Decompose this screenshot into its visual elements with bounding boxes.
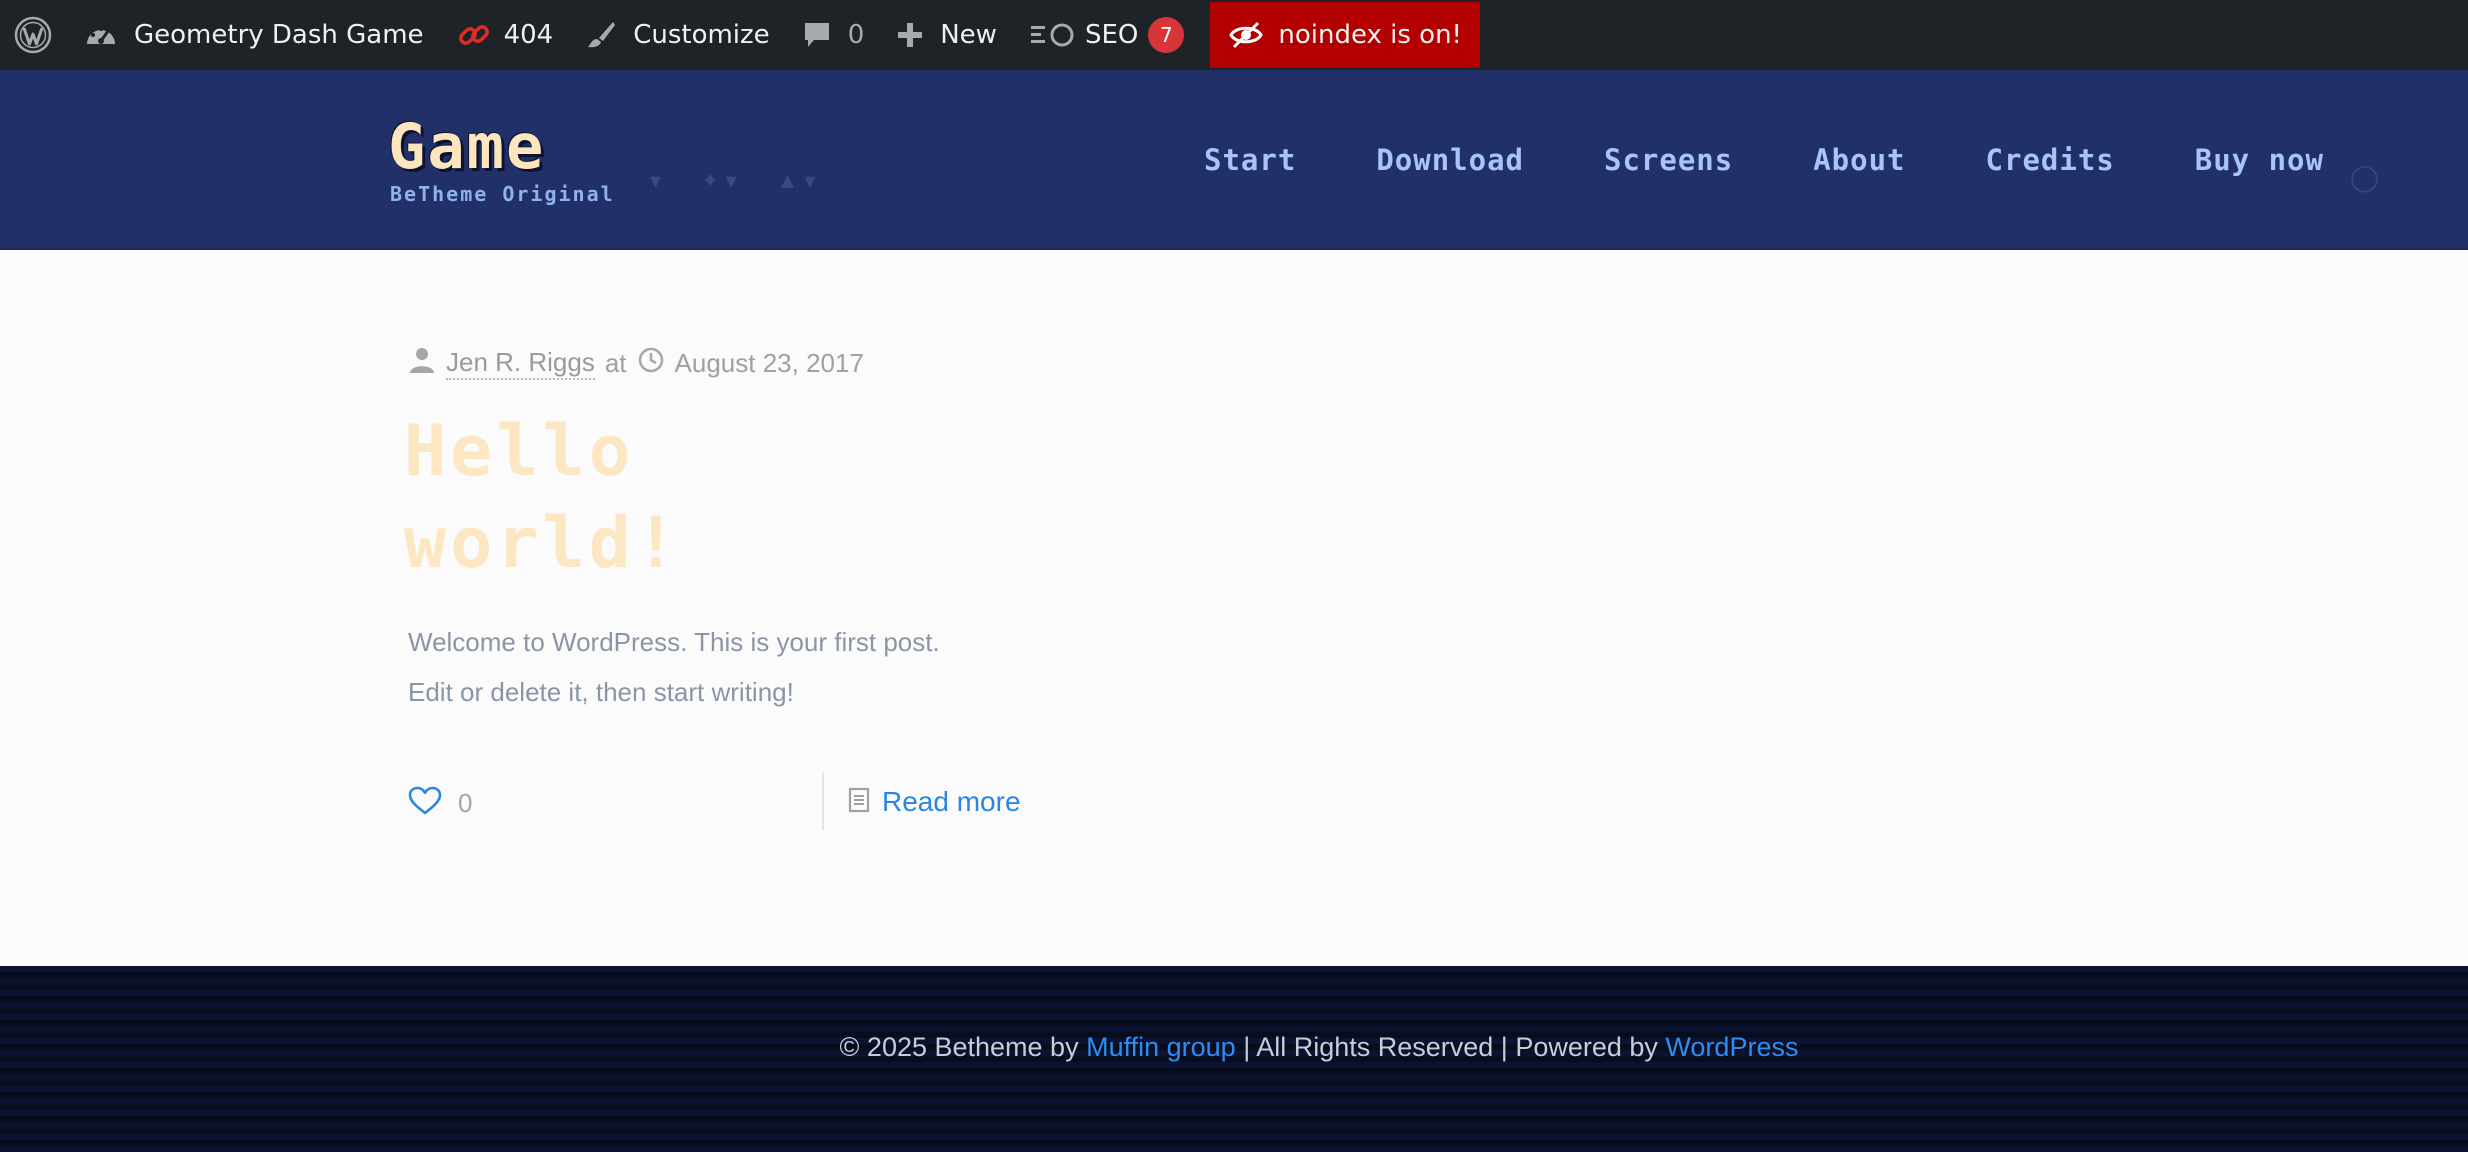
copyright-text: © 2025 Betheme by Muffin group | All Rig… [0,1032,2468,1063]
seo-label: SEO [1084,20,1139,50]
customize-label: Customize [633,20,770,50]
nav-screens[interactable]: Screens [1604,143,1733,177]
like-button[interactable]: 0 [408,786,472,821]
noindex-label: noindex is on! [1278,20,1462,50]
site-footer: © 2025 Betheme by Muffin group | All Rig… [0,966,2468,1152]
wordpress-link[interactable]: WordPress [1665,1032,1798,1062]
post-meta: Jen R. Riggs at August 23, 2017 [408,346,864,381]
seo-menu[interactable]: SEO 7 [1013,0,1200,70]
new-label: New [940,20,997,50]
nav-about[interactable]: About [1813,143,1905,177]
post-title-line-2: world! [404,502,681,584]
admin-bar: Geometry Dash Game 404 Customize 0 New S… [0,0,2468,70]
logo-tagline: BeTheme Original [390,182,615,206]
wordpress-logo-icon [14,16,52,54]
clock-icon [637,346,665,381]
excerpt-line-2: Edit or delete it, then start writing! [408,677,794,707]
post-title-line-1: Hello [404,410,635,492]
heart-icon [408,786,442,821]
post-date: August 23, 2017 [674,348,864,378]
eye-slash-icon [1228,20,1264,50]
broken-link-icon [456,17,492,53]
faded-cart-ghost: ◯ [2350,162,2380,192]
read-more-link[interactable]: Read more [848,786,1021,818]
dashboard-icon [84,20,118,50]
nav-start[interactable]: Start [1204,143,1296,177]
post-excerpt: Welcome to WordPress. This is your first… [408,617,1028,717]
main-navigation: Start Download Screens About Credits Buy… [1204,70,2324,250]
post-author-link[interactable]: Jen R. Riggs [446,347,595,380]
new-content-menu[interactable]: New [880,0,1013,70]
post-footer-divider [822,772,824,830]
site-name: Geometry Dash Game [134,20,424,50]
comments-count: 0 [847,20,865,50]
logo-text: Game [388,110,546,183]
copyright-prefix: © 2025 Betheme by [839,1032,1087,1062]
redirects-menu[interactable]: 404 [440,0,570,70]
faded-top-bar-ghost: ▾ ✦ ▾ ▲ ▾ [650,168,816,193]
document-icon [848,787,870,818]
comment-icon [802,20,832,50]
post-footer: 0 Read more [408,772,1028,832]
paintbrush-icon [585,19,617,51]
seo-notification-badge: 7 [1148,17,1185,53]
nav-download[interactable]: Download [1376,143,1524,177]
redirect-count: 404 [503,20,554,50]
site-logo[interactable]: Game BeTheme Original [388,110,615,207]
seo-icon [1029,21,1077,49]
plus-icon [896,21,924,49]
copyright-middle: | All Rights Reserved | Powered by [1235,1032,1666,1062]
read-more-label: Read more [882,786,1021,817]
nav-credits[interactable]: Credits [1986,143,2115,177]
site-name-menu[interactable]: Geometry Dash Game [68,0,440,70]
noindex-warning[interactable]: noindex is on! [1210,2,1480,68]
user-icon [408,346,436,381]
customize-link[interactable]: Customize [569,0,785,70]
muffin-group-link[interactable]: Muffin group [1086,1032,1236,1062]
post-meta-at: at [604,348,627,378]
post-title-link[interactable]: Hello world! [404,405,681,589]
wordpress-menu[interactable] [0,0,68,70]
comments-link[interactable]: 0 [786,0,881,70]
like-count: 0 [458,788,473,818]
excerpt-line-1: Welcome to WordPress. This is your first… [408,627,940,657]
nav-buy-now[interactable]: Buy now [2195,143,2324,177]
